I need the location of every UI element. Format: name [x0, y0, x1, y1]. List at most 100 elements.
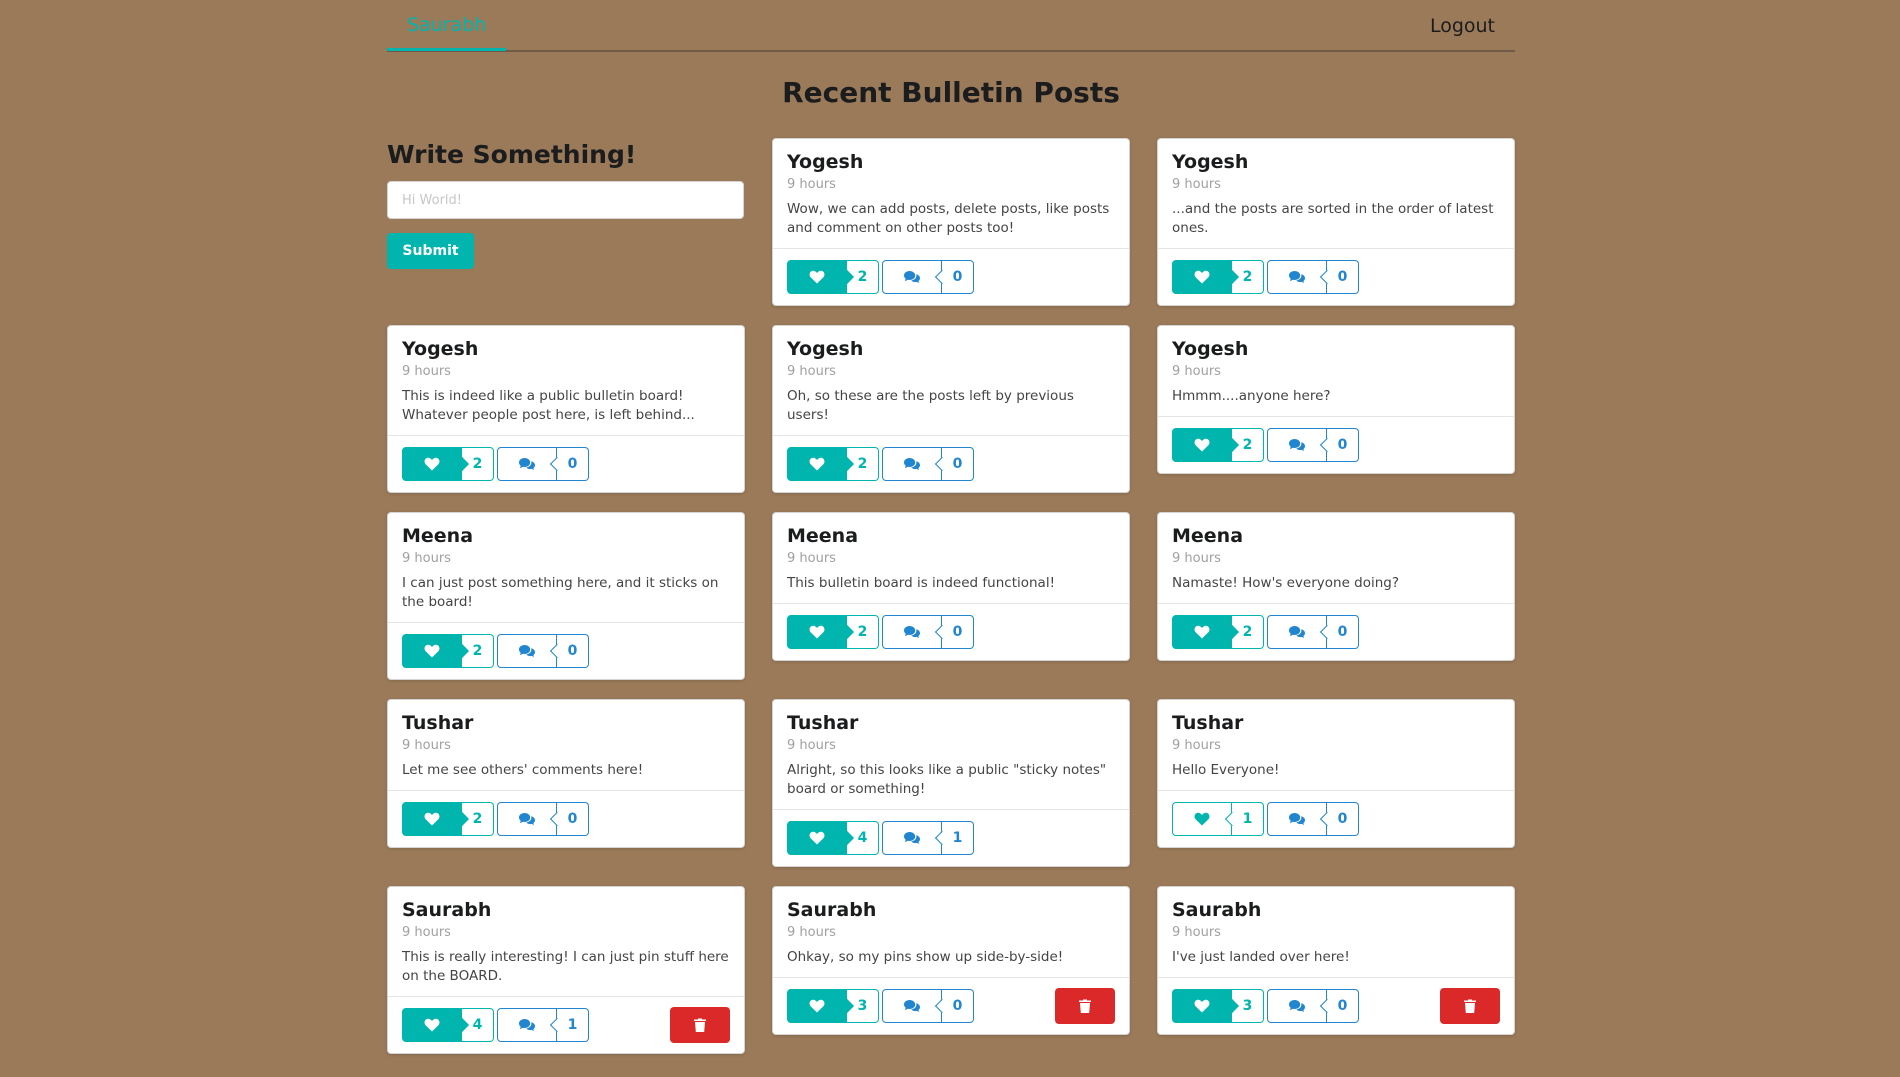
like-icon-box[interactable]: [787, 260, 847, 294]
post-time: 9 hours: [787, 551, 836, 566]
like-icon-box[interactable]: [402, 634, 462, 668]
delete-button[interactable]: [1055, 988, 1115, 1024]
comment-button[interactable]: 0: [1267, 428, 1359, 462]
like-icon-box[interactable]: [1172, 260, 1232, 294]
like-button[interactable]: 4: [787, 821, 879, 855]
delete-button[interactable]: [1440, 988, 1500, 1024]
like-icon-box[interactable]: [787, 821, 847, 855]
comment-button[interactable]: 0: [497, 802, 589, 836]
like-icon-box[interactable]: [1172, 989, 1232, 1023]
post-text: This bulletin board is indeed functional…: [787, 575, 1055, 591]
like-icon-box[interactable]: [787, 615, 847, 649]
like-icon-box[interactable]: [1172, 802, 1232, 836]
comment-button[interactable]: 0: [497, 447, 589, 481]
post-text: Ohkay, so my pins show up side-by-side!: [787, 949, 1064, 965]
comment-count: 0: [1327, 802, 1359, 836]
comment-count: 0: [942, 615, 974, 649]
like-count: 1: [1232, 802, 1264, 836]
comment-icon-box[interactable]: [882, 260, 942, 294]
trash-icon: [1079, 999, 1091, 1013]
like-button[interactable]: 4: [402, 1008, 494, 1042]
like-button[interactable]: 2: [402, 802, 494, 836]
comment-button[interactable]: 0: [882, 989, 974, 1023]
like-icon-box[interactable]: [787, 989, 847, 1023]
like-count: 2: [462, 802, 494, 836]
post-text: Alright, so this looks like a public "st…: [787, 762, 1107, 797]
comment-icon-box[interactable]: [882, 821, 942, 855]
comment-icon-box[interactable]: [1267, 989, 1327, 1023]
comment-count: 0: [1327, 989, 1359, 1023]
comments-icon: [1288, 812, 1306, 826]
post-content: Tushar 9 hours Hello Everyone!: [1158, 700, 1514, 790]
comment-icon-box[interactable]: [882, 615, 942, 649]
like-icon-box[interactable]: [787, 447, 847, 481]
comments-icon: [903, 625, 921, 639]
like-icon-box[interactable]: [402, 447, 462, 481]
heart-icon: [1194, 625, 1210, 639]
post-author: Meena: [402, 525, 474, 547]
post-time: 9 hours: [787, 925, 836, 940]
post-time: 9 hours: [1172, 925, 1221, 940]
comment-count: 1: [557, 1008, 589, 1042]
like-button[interactable]: 2: [1172, 428, 1264, 462]
post-time: 9 hours: [1172, 364, 1221, 379]
like-icon-box[interactable]: [402, 1008, 462, 1042]
submit-button[interactable]: Submit: [387, 233, 474, 269]
comment-button[interactable]: 1: [497, 1008, 589, 1042]
comment-icon-box[interactable]: [1267, 615, 1327, 649]
post-author: Yogesh: [402, 338, 479, 360]
comment-button[interactable]: 0: [1267, 989, 1359, 1023]
comment-button[interactable]: 0: [882, 447, 974, 481]
like-button[interactable]: 2: [787, 615, 879, 649]
comment-icon-box[interactable]: [497, 1008, 557, 1042]
like-count: 2: [1232, 260, 1264, 294]
comment-count: 0: [1327, 428, 1359, 462]
post-author: Meena: [1172, 525, 1244, 547]
like-button[interactable]: 2: [402, 447, 494, 481]
comment-icon-box[interactable]: [882, 989, 942, 1023]
like-button[interactable]: 1: [1172, 802, 1264, 836]
like-button[interactable]: 3: [787, 989, 879, 1023]
post-actions: 3 0: [1158, 977, 1514, 1034]
post-time: 9 hours: [1172, 551, 1221, 566]
post-content: Tushar 9 hours Let me see others' commen…: [388, 700, 744, 790]
heart-icon: [809, 999, 825, 1013]
comment-icon-box[interactable]: [497, 447, 557, 481]
like-icon-box[interactable]: [1172, 615, 1232, 649]
comment-button[interactable]: 0: [1267, 802, 1359, 836]
like-button[interactable]: 2: [1172, 615, 1264, 649]
comment-icon-box[interactable]: [1267, 802, 1327, 836]
post-time: 9 hours: [1172, 177, 1221, 192]
delete-button[interactable]: [670, 1007, 730, 1043]
comment-button[interactable]: 0: [882, 260, 974, 294]
comment-icon-box[interactable]: [1267, 428, 1327, 462]
comment-icon-box[interactable]: [882, 447, 942, 481]
like-button[interactable]: 2: [787, 260, 879, 294]
post-input[interactable]: [387, 181, 744, 219]
comment-button[interactable]: 0: [882, 615, 974, 649]
post-time: 9 hours: [402, 551, 451, 566]
nav-user-link[interactable]: Saurabh: [387, 0, 507, 51]
like-button[interactable]: 2: [402, 634, 494, 668]
comment-button[interactable]: 0: [1267, 260, 1359, 294]
comment-button[interactable]: 0: [497, 634, 589, 668]
comment-button[interactable]: 1: [882, 821, 974, 855]
heart-icon: [809, 625, 825, 639]
like-button[interactable]: 2: [1172, 260, 1264, 294]
comment-icon-box[interactable]: [497, 802, 557, 836]
like-count: 2: [847, 260, 879, 294]
form-title: Write Something!: [387, 140, 637, 169]
heart-icon: [1194, 438, 1210, 452]
post-card: Saurabh 9 hours Ohkay, so my pins show u…: [772, 886, 1130, 1035]
like-button[interactable]: 3: [1172, 989, 1264, 1023]
like-icon-box[interactable]: [402, 802, 462, 836]
like-count: 2: [847, 615, 879, 649]
like-button[interactable]: 2: [787, 447, 879, 481]
comments-icon: [903, 457, 921, 471]
logout-link[interactable]: Logout: [1430, 0, 1495, 52]
comment-button[interactable]: 0: [1267, 615, 1359, 649]
comment-icon-box[interactable]: [497, 634, 557, 668]
post-author: Tushar: [402, 712, 474, 734]
like-icon-box[interactable]: [1172, 428, 1232, 462]
comment-icon-box[interactable]: [1267, 260, 1327, 294]
